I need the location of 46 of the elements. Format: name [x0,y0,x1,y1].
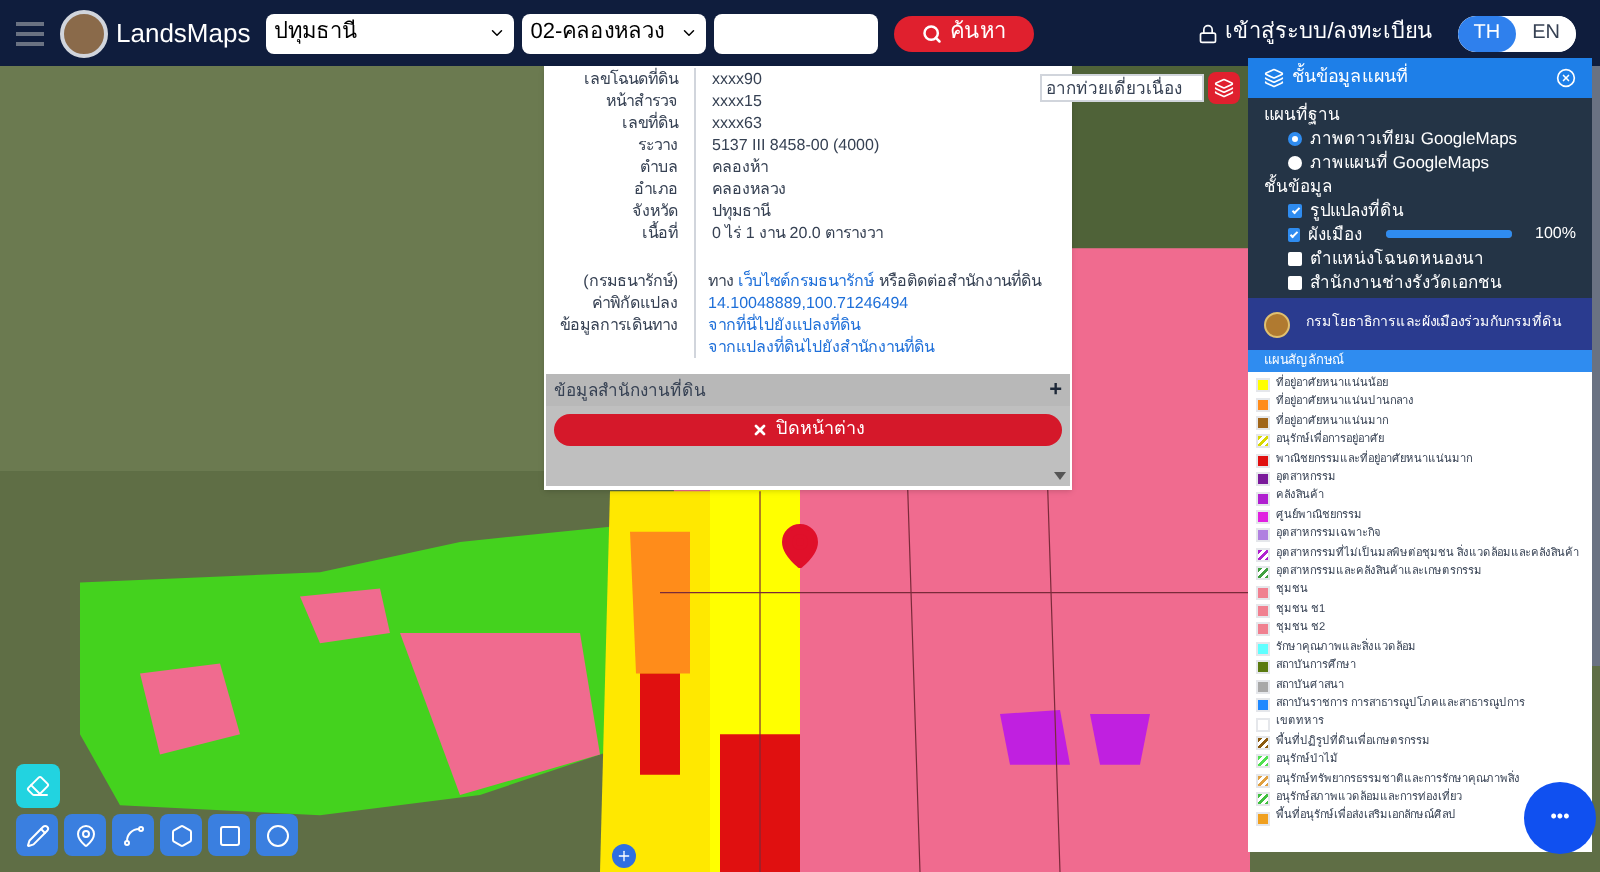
field-value: หรือติดต่อสำนักงานที่ดิน [876,272,1041,290]
field-value: คลองห้า [710,156,768,178]
field-label: ระวาง [544,134,696,156]
info-link[interactable]: จากแปลงที่ดินไปยังสำนักงานที่ดิน [708,338,934,356]
info-link[interactable]: เว็บไซต์กรมธนารักษ์ [738,272,875,290]
field-value: ปทุมธานี [710,200,770,222]
route-tab[interactable]: อากท่วยเดี่ยวเนื่อง [1040,74,1204,102]
field-value: xxxx90 [710,68,762,90]
checkbox-label: สำนักงานช่างรังวัดเอกชน [1310,270,1502,294]
section-heading: ชั้นข้อมูล [1264,174,1334,198]
checkbox-label: ผังเมือง [1308,222,1363,246]
field-value: 5137 III 8458-00 (4000) [710,134,880,156]
checkbox-label: รูปแปลงที่ดิน [1310,198,1404,222]
field-value: xxxx63 [710,112,762,134]
login-link[interactable]: เข้าสู่ระบบ/ลงทะเบียน [1225,16,1434,50]
search-button[interactable]: ค้นหา [894,15,1035,51]
panel-title: ชั้นข้อมูลแผนที่ [1292,64,1410,91]
slider-reading: 100% [1535,222,1576,246]
expand-toggle[interactable]: + [1049,373,1062,407]
checkbox-label: ตำแหน่งโฉนดหนองนา [1310,246,1484,270]
district-select[interactable]: 02-คลองหลวง [522,13,707,53]
section-title: ข้อมูลสำนักงานที่ดิน [554,377,706,403]
field-label: เนื้อที่ [544,222,696,244]
field-label: อำเภอ [544,178,696,200]
field-label: ข้อมูลการเดินทาง [544,314,696,336]
field-value: 0 ไร่ 1 งาน 20.0 ตารางวา [710,222,884,244]
info-link[interactable]: จากที่นี่ไปยังแปลงที่ดิน [708,316,860,334]
section-heading: แผนที่ฐาน [1264,102,1342,126]
radio-label: ภาพแผนที่ GoogleMaps [1310,150,1490,174]
field-value: คลองหลวง [710,178,786,200]
field-label: ค่าพิกัดแปลง [544,292,696,314]
field-value: ทาง [708,272,736,290]
field-value: xxxx15 [710,90,762,112]
radio-label: ภาพดาวเทียม GoogleMaps [1310,126,1518,150]
close-window-button[interactable]: ปิดหน้าต่าง [554,414,1062,446]
field-label: เลขที่ดิน [544,112,696,134]
field-label: เลขโฉนดที่ดิน [544,68,696,90]
field-label: ตำบล [544,156,696,178]
app-name: LandsMaps [116,15,251,52]
field-label: (กรมธนารักษ์) [544,270,696,292]
province-select[interactable]: ปทุมธานี [266,13,515,53]
field-label: จังหวัด [544,200,696,222]
land-office-section[interactable]: ข้อมูลสำนักงานที่ดิน + [546,374,1070,406]
language-tab[interactable]: TH [1457,15,1517,51]
info-link[interactable]: 14.10048889,100.71246494 [708,294,909,312]
field-label: หน้าสำรวจ [544,90,696,112]
